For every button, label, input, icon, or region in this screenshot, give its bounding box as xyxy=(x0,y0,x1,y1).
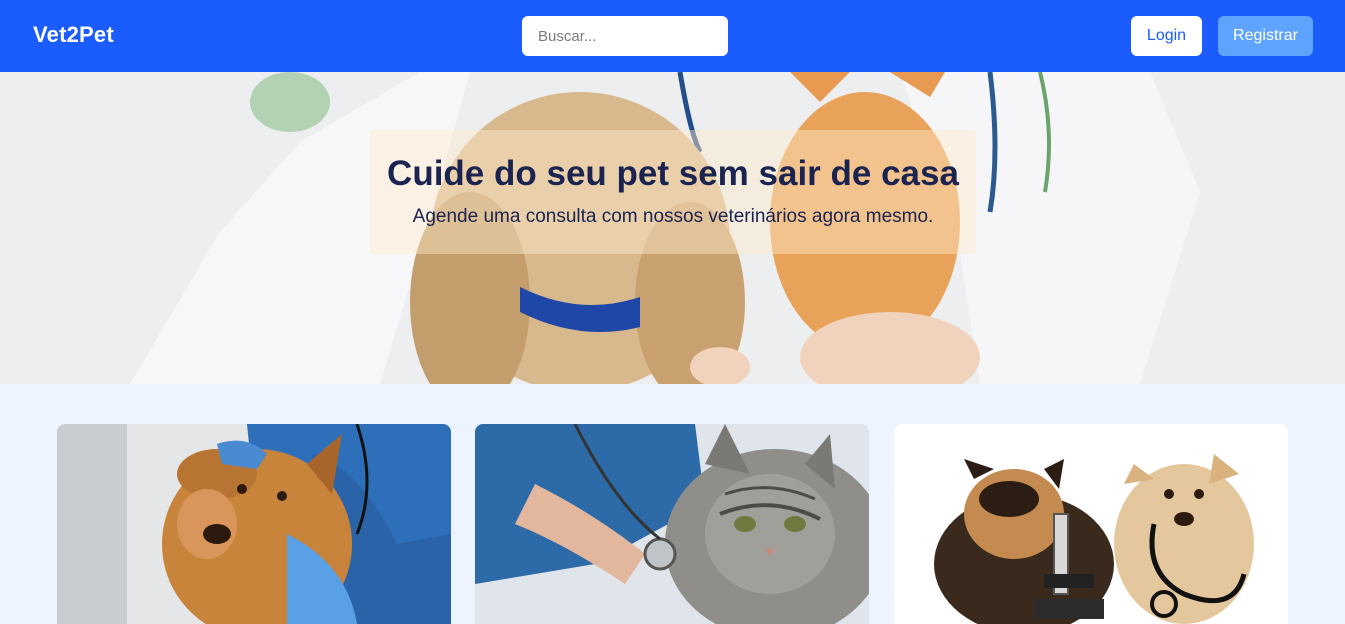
hero-banner: Cuide do seu pet sem sair de casa Agende… xyxy=(0,72,1345,384)
brand-logo[interactable]: Vet2Pet xyxy=(33,22,114,48)
search-input[interactable] xyxy=(522,16,728,56)
navbar: Vet2Pet Login Registrar xyxy=(0,0,1345,72)
hero-title: Cuide do seu pet sem sair de casa xyxy=(387,154,959,193)
card-cat-vet[interactable] xyxy=(475,424,869,624)
card-dog-vet[interactable] xyxy=(57,424,451,624)
cat-vet-photo xyxy=(475,424,869,624)
hero-subtitle: Agende uma consulta com nossos veterinár… xyxy=(412,206,934,227)
card-puppies[interactable] xyxy=(894,424,1288,624)
hero-text-box: Cuide do seu pet sem sair de casa Agende… xyxy=(370,130,976,254)
services-cards xyxy=(0,384,1345,624)
dog-vet-photo xyxy=(57,424,451,624)
register-button[interactable]: Registrar xyxy=(1218,16,1313,56)
login-button[interactable]: Login xyxy=(1131,16,1202,56)
puppies-photo xyxy=(894,424,1288,624)
